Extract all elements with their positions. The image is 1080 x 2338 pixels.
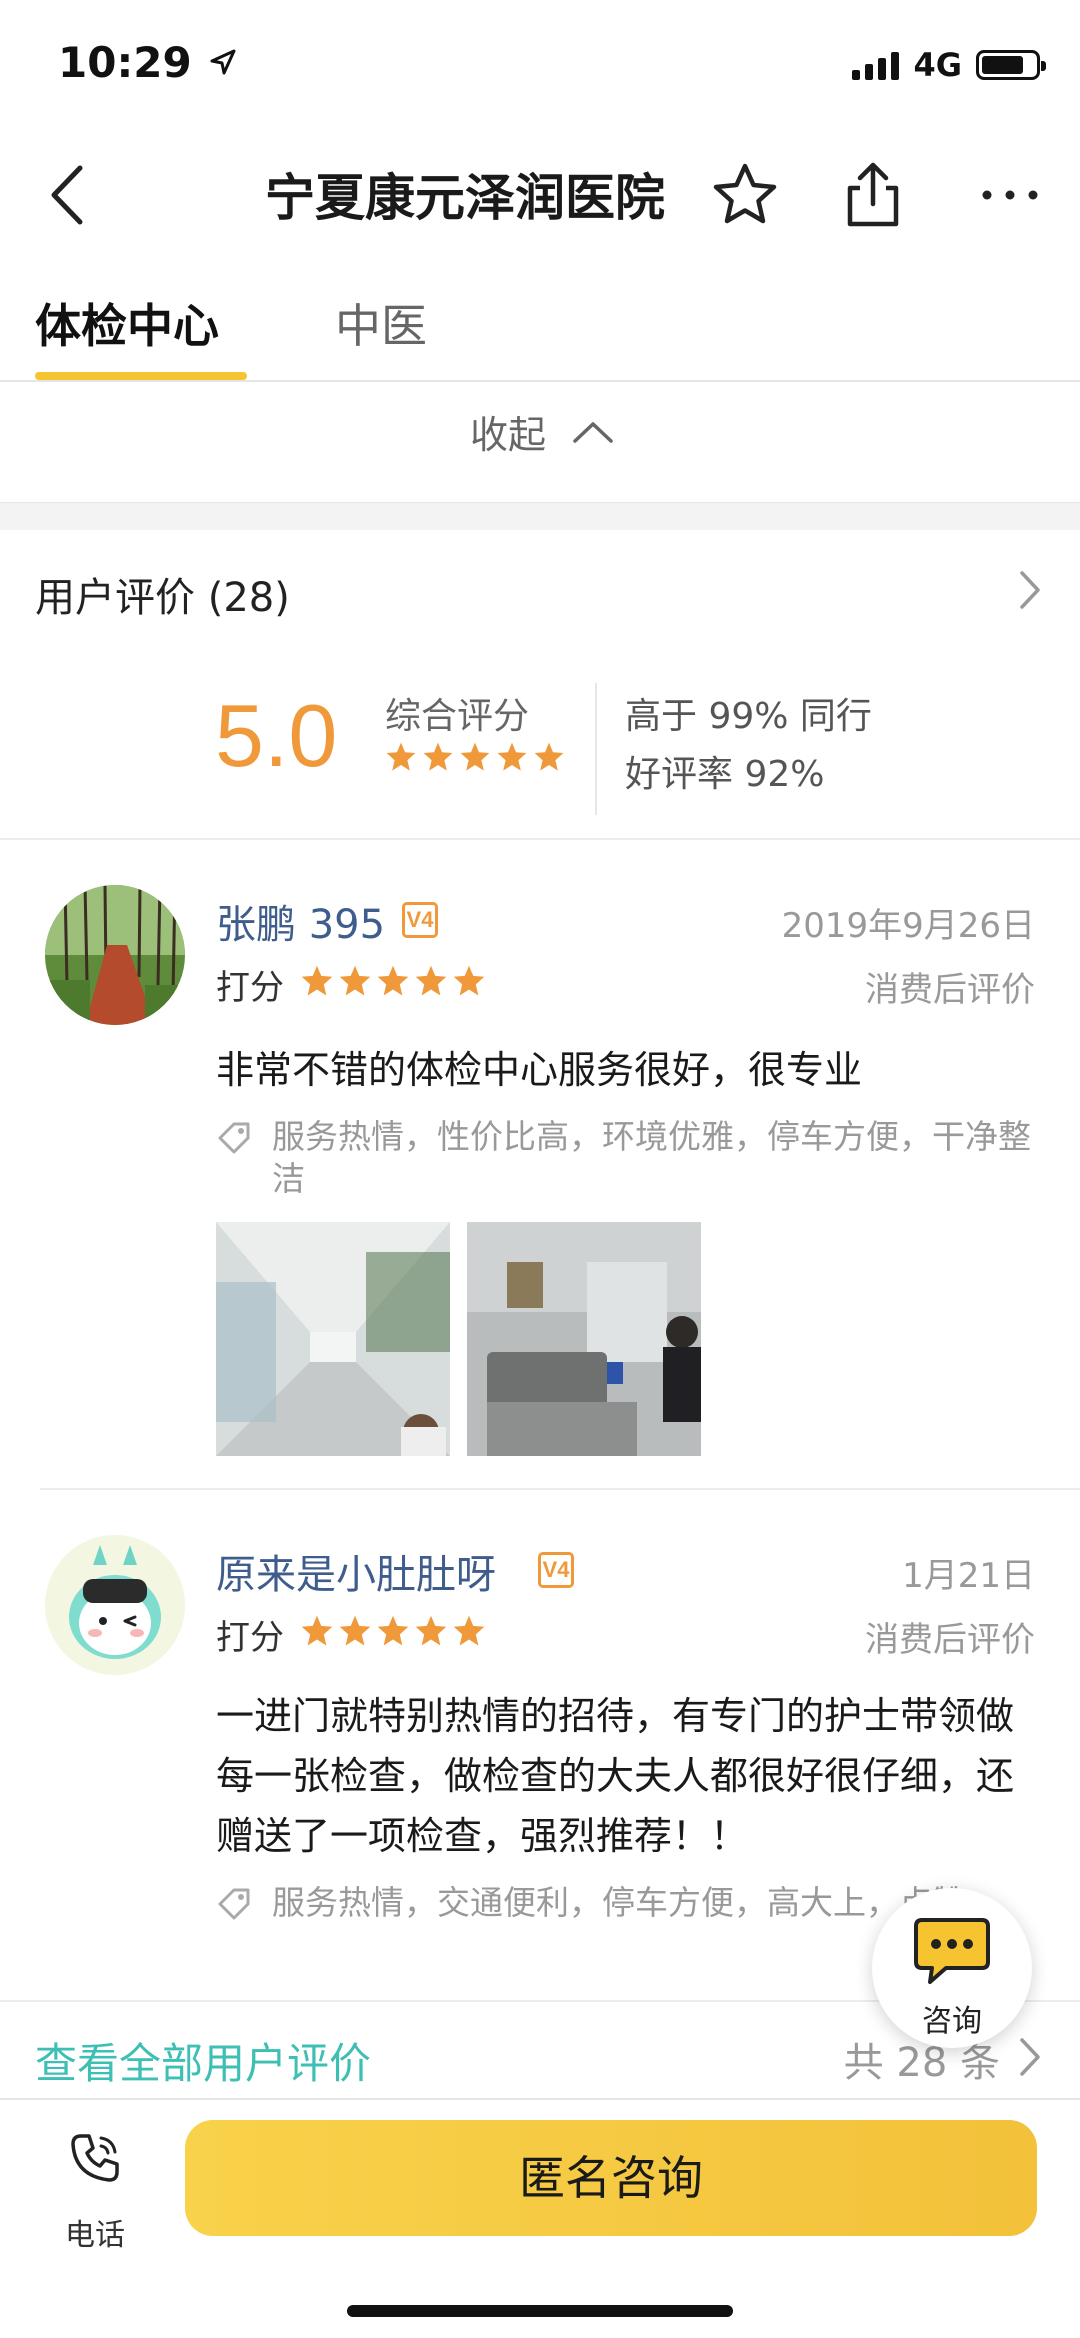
review-photo[interactable]	[467, 1222, 701, 1456]
star-icon	[415, 965, 447, 996]
tag-icon	[218, 1122, 250, 1154]
section-divider	[0, 502, 1080, 530]
vip-level-badge: V4	[538, 1552, 574, 1588]
signal-icon	[852, 50, 900, 80]
star-icon	[339, 965, 371, 996]
bottom-action-bar: 电话 匿名咨询	[0, 2098, 1080, 2338]
peer-ranking: 高于 99% 同行	[625, 696, 872, 737]
tab-bar: 体检中心 中医	[0, 270, 1080, 382]
star-icon	[453, 1615, 485, 1646]
review-type-label: 消费后评价	[865, 970, 1035, 1010]
star-icon	[377, 965, 409, 996]
star-favorite-icon[interactable]	[710, 160, 780, 230]
battery-icon	[976, 50, 1046, 80]
floating-consult-label: 咨询	[922, 2004, 982, 2039]
review-tags-text: 服务热情，交通便利，停车方便，高大上，点赞	[272, 1883, 965, 1922]
review-stars	[300, 1614, 486, 1648]
location-arrow-icon	[210, 49, 236, 75]
star-icon	[423, 742, 453, 771]
network-type: 4G	[913, 46, 962, 84]
review-text: 非常不错的体检中心服务很好，很专业	[216, 1048, 863, 1092]
hospital-corridor-photo	[216, 1222, 450, 1456]
score-label: 综合评分	[385, 696, 530, 737]
chevron-up-icon	[573, 422, 613, 443]
chat-bubble-icon	[914, 1918, 990, 1984]
star-icon	[415, 1615, 447, 1646]
vip-level-badge: V4	[402, 902, 438, 938]
avatar[interactable]	[45, 885, 185, 1025]
status-right: 4G	[852, 46, 1046, 84]
phone-label: 电话	[65, 2218, 125, 2253]
avatar-image	[45, 1535, 185, 1675]
tag-icon	[218, 1888, 250, 1920]
more-icon[interactable]	[975, 160, 1045, 230]
score-stars	[385, 741, 565, 773]
user-name[interactable]: 张鹏 395	[216, 892, 385, 950]
nav-bar: 宁夏康元泽润医院	[0, 130, 1080, 260]
divider	[40, 1488, 1080, 1490]
star-icon	[301, 1615, 333, 1646]
collapse-label: 收起	[470, 413, 547, 457]
review-date: 2019年9月26日	[781, 906, 1035, 946]
review-photo[interactable]	[216, 1222, 450, 1456]
star-icon	[339, 1615, 371, 1646]
home-indicator	[347, 2305, 733, 2317]
view-all-link[interactable]: 查看全部用户评价	[35, 2030, 371, 2091]
star-icon	[377, 1615, 409, 1646]
star-icon	[534, 742, 564, 771]
phone-button[interactable]: 电话	[40, 2120, 150, 2253]
overall-score: 5.0 综合评分 高于 99% 同行 好评率 92%	[0, 665, 1080, 825]
anonymous-consult-button[interactable]: 匿名咨询	[185, 2120, 1037, 2236]
score-separator	[595, 683, 597, 815]
divider	[0, 838, 1080, 840]
tab-tcm[interactable]: 中医	[335, 290, 427, 356]
review-type-label: 消费后评价	[865, 1620, 1035, 1660]
review-date: 1月21日	[902, 1556, 1035, 1596]
floating-consult-button[interactable]: 咨询	[872, 1888, 1032, 2048]
active-tab-indicator	[35, 372, 247, 380]
chevron-right-icon	[1020, 2038, 1040, 2076]
avatar-image	[45, 885, 185, 1025]
review-tags: 服务热情，性价比高，环境优雅，停车方便，干净整洁	[216, 1116, 1036, 1200]
reviews-header[interactable]: 用户评价 (28)	[0, 555, 1080, 631]
reviews-title: 用户评价 (28)	[35, 575, 290, 621]
status-bar: 10:29 4G	[0, 0, 1080, 130]
star-icon	[453, 965, 485, 996]
positive-rate: 好评率 92%	[625, 754, 825, 795]
star-icon	[386, 742, 416, 771]
status-time: 10:29	[58, 38, 236, 87]
chevron-right-icon	[1020, 571, 1040, 609]
status-time-text: 10:29	[58, 38, 192, 87]
star-icon	[460, 742, 490, 771]
score-value: 5.0	[215, 686, 338, 785]
avatar[interactable]	[45, 1535, 185, 1675]
phone-icon	[71, 2134, 119, 2182]
share-icon[interactable]	[838, 160, 908, 230]
tab-checkup-center[interactable]: 体检中心	[35, 290, 219, 356]
score-label: 打分	[216, 1618, 284, 1658]
star-icon	[301, 965, 333, 996]
user-name[interactable]: 原来是小肚肚呀	[216, 1542, 496, 1600]
star-icon	[497, 742, 527, 771]
review-tags-text: 服务热情，性价比高，环境优雅，停车方便，干净整洁	[272, 1117, 1031, 1198]
collapse-toggle[interactable]: 收起	[0, 384, 1080, 500]
review-stars	[300, 964, 486, 998]
page-title: 宁夏康元泽润医院	[265, 169, 665, 227]
score-label: 打分	[216, 968, 284, 1008]
waiting-room-photo	[467, 1222, 701, 1456]
review-text: 一进门就特别热情的招待，有专门的护士带领做每一张检查，做检查的大夫人都很好很仔细…	[216, 1694, 1015, 1858]
